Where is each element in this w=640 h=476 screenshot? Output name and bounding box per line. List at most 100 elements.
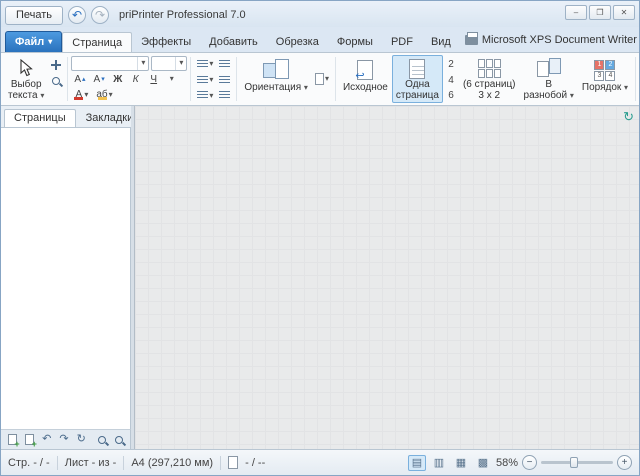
paper-size-icon [314,73,324,85]
ribbon-separator [236,57,238,101]
tab-pdf[interactable]: PDF [382,31,422,52]
line-spacing-button[interactable]: ▾ [194,88,216,103]
select-text-label: Выбор текста ▾ [8,79,45,101]
highlight-color-button[interactable]: аб ▾ [93,88,115,103]
add-page-button[interactable] [5,432,20,449]
order-label: Порядок ▾ [581,82,629,93]
tab-effects[interactable]: Эффекты [132,31,200,52]
bold-button[interactable]: Ж [110,72,126,87]
justify-button[interactable] [216,73,233,88]
list-button[interactable] [216,57,233,72]
print-button[interactable]: Печать [5,5,64,25]
titlebar: Печать ↶ ↷ priPrinter Professional 7.0 –… [1,1,639,27]
printer-select[interactable]: Microsoft XPS Document Writer ▾ [460,30,639,50]
list-icon [219,59,231,69]
caret-down-icon: ▾ [324,74,329,83]
caret-down-icon: ▾ [137,56,148,70]
caret-down-icon: ▾ [48,37,53,46]
view-single-page-button[interactable]: ▤ [407,454,426,471]
four-pages-button[interactable]: 4 [443,73,459,88]
group-orientation: Ориентация ▾ ▾ [239,54,333,104]
caret-down-icon: ▾ [569,91,574,100]
insert-page-icon [24,434,37,449]
pages-count-column: 2 4 6 [443,55,459,103]
indent-button[interactable] [216,88,233,103]
sidebar-toolbar: ↶ ↷ ↻ [1,429,131,449]
caret-down-icon: ▾ [169,74,174,83]
rotate-left-button[interactable]: ↶ [40,432,54,448]
italic-button[interactable]: К [128,72,144,87]
tab-view[interactable]: Вид [422,31,460,52]
sidebar-tab-pages[interactable]: Страницы [4,109,76,128]
status-page-indicator: Стр. - / - [8,456,50,469]
view-grid-button[interactable]: ▦ [452,455,470,471]
preview-area[interactable]: ↻ [134,106,639,449]
move-tool-icon [51,59,62,70]
select-text-button[interactable]: Выбор текста ▾ [4,55,48,103]
caret-down-icon: ▾ [624,83,629,92]
zoom-out-button[interactable]: − [522,455,537,470]
one-page-button[interactable]: Одна страница [391,55,443,103]
paper-size-button[interactable]: ▾ [312,72,332,87]
maximize-button[interactable]: ❐ [589,5,611,20]
order-button[interactable]: 1 2 3 4 Порядок ▾ [578,55,632,103]
undo-button[interactable]: ↶ [68,6,87,24]
view-single-icon: ▤ [411,457,423,469]
insert-page-button[interactable] [22,432,37,449]
tab-page[interactable]: Страница [62,32,133,53]
view-facing-pages-button[interactable]: ▥ [430,455,448,471]
original-layout-label: Исходное [342,82,388,93]
font-family-select[interactable]: ▾ [71,55,150,71]
page-icon [228,456,239,469]
pages-thumbnail-panel[interactable] [1,127,131,429]
underline-button[interactable]: Ч [146,72,162,87]
undo-icon: ↶ [72,8,83,22]
tab-forms[interactable]: Формы [328,31,382,52]
shrink-font-button[interactable]: А ▾ [91,72,108,87]
caret-up-icon: ▴ [82,76,86,83]
six-pages-button[interactable]: 6 [443,88,459,103]
file-menu-button[interactable]: Файл ▾ [5,31,63,52]
orientation-label: Ориентация ▾ [244,82,308,93]
zoom-in-button[interactable]: + [617,455,632,470]
group-font: ▾ ▾ А ▴ А ▾ Ж К Ч ▾ А ▾ аб ▾ [70,54,188,104]
one-page-icon [409,58,426,79]
caret-down-icon: ▾ [209,90,214,100]
zoom-tool-button[interactable] [48,73,64,88]
align-left-button[interactable]: ▾ [194,57,216,72]
view-thumbnails-button[interactable]: ▩ [474,455,492,471]
ribbon-tab-bar: Файл ▾ Страница Эффекты Добавить Обрезка… [1,27,639,53]
align-center-button[interactable]: ▾ [194,73,216,88]
align-left-icon [197,59,209,69]
minimize-button[interactable]: – [565,5,587,20]
thumb-zoom-out-button[interactable] [94,432,108,448]
app-window: Печать ↶ ↷ priPrinter Professional 7.0 –… [0,0,640,476]
text-color-button[interactable]: А ▾ [71,88,91,103]
zoom-slider-thumb[interactable] [569,457,578,468]
shuffle-button[interactable]: В разнобой ▾ [520,55,578,103]
orientation-button[interactable]: Ориентация ▾ [240,55,312,103]
refresh-thumbnails-button[interactable]: ↻ [74,432,88,448]
back-arrow-icon: ↩ [355,70,365,82]
ribbon-separator [334,57,336,101]
more-font-styles-button[interactable]: ▾ [164,72,180,87]
thumb-zoom-in-button[interactable] [112,432,126,448]
tab-insert[interactable]: Добавить [200,31,267,52]
indent-icon [219,91,231,101]
original-layout-button[interactable]: ↩ Исходное [339,55,392,103]
font-size-select[interactable]: ▾ [151,55,188,71]
grow-font-button[interactable]: А ▴ [71,72,88,87]
refresh-preview-icon[interactable]: ↻ [623,110,634,123]
close-button[interactable]: ✕ [613,5,635,20]
caret-down-icon: ▾ [175,56,186,70]
rotate-right-icon: ↷ [59,433,69,445]
redo-button[interactable]: ↷ [91,6,110,24]
group-layout: ↩ Исходное Одна страница 2 4 6 (6 страни… [338,54,633,104]
tab-crop[interactable]: Обрезка [267,31,328,52]
rotate-right-button[interactable]: ↷ [57,432,71,448]
zoom-slider[interactable] [541,457,613,468]
six-pages-grid-button[interactable]: (6 страниц) 3 х 2 [459,55,520,103]
two-pages-button[interactable]: 2 [443,57,459,72]
caret-down-icon: ▾ [40,91,45,100]
pan-tool-button[interactable] [48,57,64,72]
